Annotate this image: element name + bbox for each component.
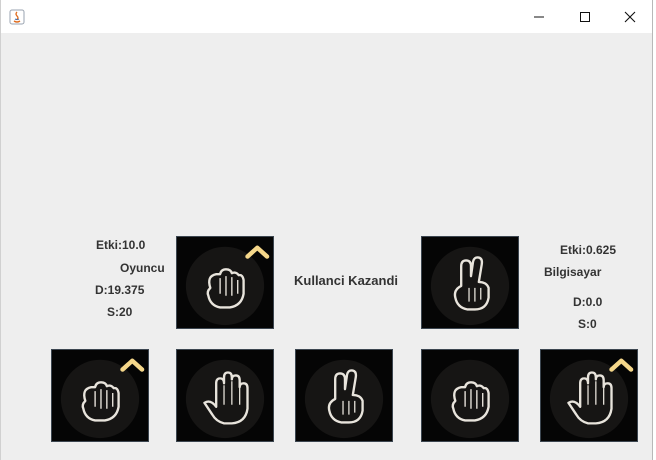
maximize-icon [580, 11, 590, 22]
paper-hand-icon [185, 359, 265, 439]
player-s-label: S:20 [107, 305, 133, 319]
result-label: Kullanci Kazandi [294, 273, 399, 288]
computer-etki-label: Etki:0.625 [560, 243, 617, 257]
minimize-button[interactable] [516, 0, 562, 33]
choice-button-1[interactable] [51, 349, 149, 442]
rock-hand-icon [60, 358, 145, 439]
choice-button-2[interactable] [176, 349, 274, 442]
player-name-label: Oyuncu [120, 261, 165, 275]
player-selected-card [176, 236, 274, 329]
computer-selected-card [421, 236, 519, 329]
minimize-icon [534, 16, 544, 17]
close-button[interactable] [607, 0, 653, 33]
title-bar[interactable] [1, 0, 652, 33]
game-window: Etki:10.0 Oyuncu D:19.375 S:20 Kullanci … [0, 0, 653, 460]
paper-hand-icon [549, 358, 634, 439]
player-etki-label: Etki:10.0 [96, 238, 146, 252]
rock-hand-icon [185, 245, 270, 326]
computer-s-label: S:0 [578, 317, 597, 331]
rock-hand-icon [430, 359, 510, 439]
close-icon [624, 11, 636, 22]
choice-button-3[interactable] [295, 349, 393, 442]
choice-button-4[interactable] [421, 349, 519, 442]
choice-button-5[interactable] [540, 349, 638, 442]
computer-d-label: D:0.0 [573, 295, 603, 309]
computer-name-label: Bilgisayar [544, 265, 602, 279]
player-d-label: D:19.375 [95, 283, 145, 297]
maximize-button[interactable] [562, 0, 608, 33]
scissors-hand-icon [304, 359, 384, 439]
scissors-hand-icon [430, 246, 510, 326]
java-app-icon [9, 9, 25, 25]
